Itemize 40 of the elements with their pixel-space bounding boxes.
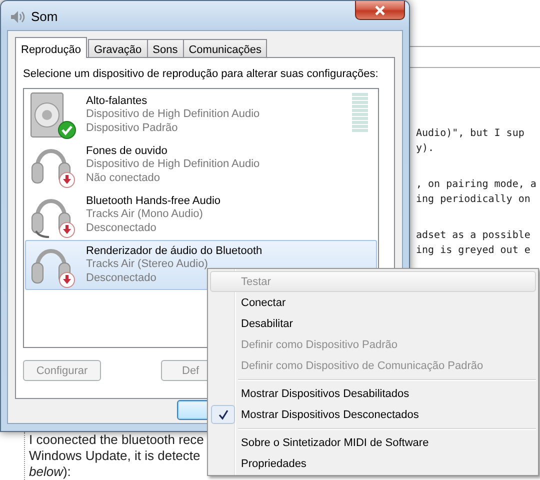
text-line: y). <box>416 142 434 156</box>
text-line: ing is greyed out e <box>416 244 530 258</box>
device-description: Tracks Air (Mono Audio) <box>86 208 203 222</box>
device-name: Renderizador de áudio do Bluetooth <box>86 244 262 258</box>
device-status: Desconectado <box>86 222 156 236</box>
device-description: Tracks Air (Stereo Audio) <box>86 258 208 272</box>
device-status: Dispositivo Padrão <box>86 122 178 136</box>
device-item[interactable]: Alto-falantes Dispositivo de High Definition Audio Dispositivo Padrão <box>25 90 377 140</box>
menu-item[interactable]: Desabilitar <box>210 313 536 334</box>
device-status: Desconectado <box>86 272 156 286</box>
text-line: ing periodically on <box>416 193 530 207</box>
instruction-text: Selecione um dispositivo de reprodução para alterar suas configurações: <box>23 68 378 80</box>
menu-item[interactable]: Propriedades <box>210 453 536 474</box>
device-item[interactable]: Fones de ouvido Dispositivo de High Definition Audio Não conectado <box>25 140 377 190</box>
text-line: below): <box>29 464 71 480</box>
device-status: Não conectado <box>86 172 160 186</box>
device-name: Bluetooth Hands-free Audio <box>86 194 221 208</box>
device-name: Alto-falantes <box>86 94 148 108</box>
tab[interactable]: Reprodução <box>15 37 87 58</box>
device-description: Dispositivo de High Definition Audio <box>86 158 260 172</box>
text-line: adset as a possible <box>416 229 530 243</box>
menu-item[interactable]: Mostrar Dispositivos Desabilitados <box>210 383 536 404</box>
menu-item[interactable]: Sobre o Sintetizador MIDI de Software <box>210 432 536 453</box>
text-line: , on pairing mode, a <box>416 178 536 192</box>
tab[interactable]: Sons <box>146 39 184 57</box>
menu-item[interactable]: Conectar <box>210 292 536 313</box>
close-icon <box>374 4 386 16</box>
device-description: Dispositivo de High Definition Audio <box>86 108 260 122</box>
close-button[interactable] <box>355 1 405 20</box>
device-name: Fones de ouvido <box>86 144 168 158</box>
window-title: Som <box>31 9 58 24</box>
speaker-icon <box>11 11 25 23</box>
tab[interactable]: Gravação <box>88 39 148 57</box>
text-line: Audio)", but I sup <box>416 127 524 141</box>
text-line: I coonected the bluetooth rece <box>29 432 204 448</box>
text-line: Windows Update, it is detecte <box>29 448 200 464</box>
menu-item[interactable]: Mostrar Dispositivos Desconectados <box>210 404 536 425</box>
tab[interactable]: Comunicações <box>182 39 268 57</box>
speaker-icon <box>30 92 64 138</box>
device-item[interactable]: Bluetooth Hands-free Audio Tracks Air (Mono Audio) Desconectado <box>25 190 377 240</box>
